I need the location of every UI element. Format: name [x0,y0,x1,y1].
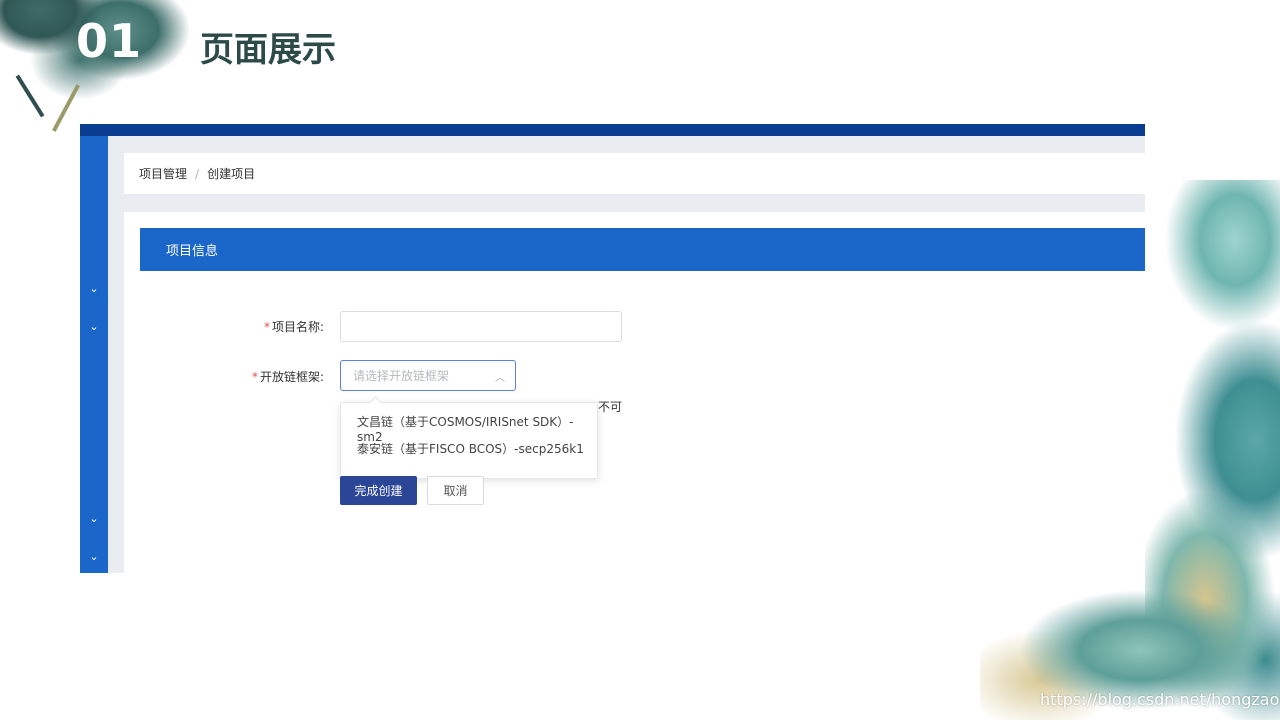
app-screenshot: ⌄ ⌄ ⌄ ⌄ 项目管理 / 创建项目 项目信息 * 项目名称: * 开放链框架: … [80,124,1145,573]
chevron-up-icon: ︿ [495,373,505,384]
required-mark: * [251,370,258,384]
framework-select[interactable]: 请选择开放链框架 ︿ [340,360,516,391]
chevron-down-icon[interactable]: ⌄ [80,550,108,563]
project-name-label: * 项目名称: [263,320,324,334]
breadcrumb: 项目管理 / 创建项目 [124,153,1145,194]
watermark: https://blog.csdn.net/hongzaokeji [1040,690,1280,709]
project-name-input[interactable] [340,311,622,342]
cancel-button[interactable]: 取消 [427,476,484,505]
framework-select-placeholder: 请选择开放链框架 [353,369,450,383]
breadcrumb-item-project-management[interactable]: 项目管理 [139,165,187,182]
breadcrumb-separator: / [195,166,200,181]
required-mark: * [263,320,270,334]
framework-dropdown: 文昌链（基于COSMOS/IRISnet SDK）-sm2 泰安链（基于FISC… [340,396,598,479]
complete-create-button[interactable]: 完成创建 [340,476,417,505]
slide-title: 页面展示 [200,30,336,70]
card-header-title: 项目信息 [166,244,219,259]
chevron-down-icon[interactable]: ⌄ [80,320,108,333]
project-form-card: 项目信息 * 项目名称: * 开放链框架: 请选择开放链框架 ︿ 不可 文昌链（基于… [124,212,1145,573]
sidebar: ⌄ ⌄ ⌄ ⌄ [80,136,108,573]
breadcrumb-item-create-project: 创建项目 [207,167,256,181]
chevron-down-icon[interactable]: ⌄ [80,282,108,295]
chevron-down-icon[interactable]: ⌄ [80,512,108,525]
top-nav-bar [80,124,1145,136]
hint-text: 不可 [598,400,623,414]
card-header: 项目信息 [140,228,1145,271]
slide-number: 01 [76,14,143,68]
dropdown-option-taian[interactable]: 泰安链（基于FISCO BCOS）-secp256k1 [357,440,584,457]
dropdown-caret [369,396,382,409]
framework-label: * 开放链框架: [251,370,324,384]
